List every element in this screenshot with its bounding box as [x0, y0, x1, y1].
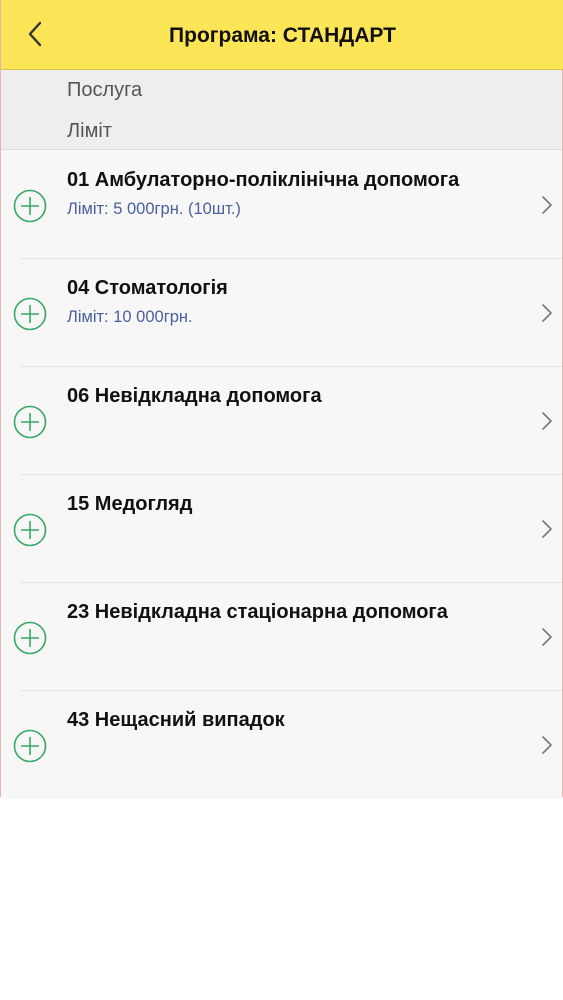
- plus-circle-icon[interactable]: [13, 297, 47, 331]
- plus-circle-icon[interactable]: [13, 189, 47, 223]
- service-title: 06 Невідкладна допомога: [67, 385, 322, 407]
- limit-column-label: Ліміт: [67, 120, 112, 142]
- chevron-right-icon: [542, 628, 552, 646]
- plus-circle-icon[interactable]: [13, 621, 47, 655]
- plus-circle-icon[interactable]: [13, 729, 47, 763]
- list-item[interactable]: 06 Невідкладна допомога: [1, 367, 562, 475]
- list-item[interactable]: 04 Стоматологія Ліміт: 10 000грн.: [1, 259, 562, 367]
- service-list: 01 Амбулаторно-поліклінічна допомога Лім…: [1, 151, 562, 799]
- top-app-bar: Програма: СТАНДАРТ: [1, 0, 563, 70]
- service-title: 23 Невідкладна стаціонарна допомога: [67, 601, 448, 623]
- service-limit: Ліміт: 10 000грн.: [67, 308, 193, 326]
- column-header: Послуга Ліміт: [1, 70, 562, 150]
- chevron-right-icon: [542, 304, 552, 322]
- plus-circle-icon[interactable]: [13, 513, 47, 547]
- back-button[interactable]: [15, 14, 55, 54]
- plus-circle-icon[interactable]: [13, 405, 47, 439]
- list-item[interactable]: 01 Амбулаторно-поліклінічна допомога Лім…: [1, 151, 562, 259]
- list-item[interactable]: 43 Нещасний випадок: [1, 691, 562, 799]
- chevron-right-icon: [542, 736, 552, 754]
- service-title: 04 Стоматологія: [67, 277, 228, 299]
- service-title: 43 Нещасний випадок: [67, 709, 285, 731]
- service-title: 01 Амбулаторно-поліклінічна допомога: [67, 169, 460, 191]
- list-item[interactable]: 23 Невідкладна стаціонарна допомога: [1, 583, 562, 691]
- page-title: Програма: СТАНДАРТ: [169, 24, 396, 47]
- service-limit: Ліміт: 5 000грн. (10шт.): [67, 200, 241, 218]
- service-title: 15 Медогляд: [67, 493, 193, 515]
- list-item[interactable]: 15 Медогляд: [1, 475, 562, 583]
- service-column-label: Послуга: [67, 79, 143, 101]
- app-screen: Програма: СТАНДАРТ Послуга Ліміт 01 Амбу…: [0, 0, 563, 799]
- chevron-right-icon: [542, 520, 552, 538]
- chevron-right-icon: [542, 412, 552, 430]
- chevron-left-icon: [28, 21, 42, 47]
- chevron-right-icon: [542, 196, 552, 214]
